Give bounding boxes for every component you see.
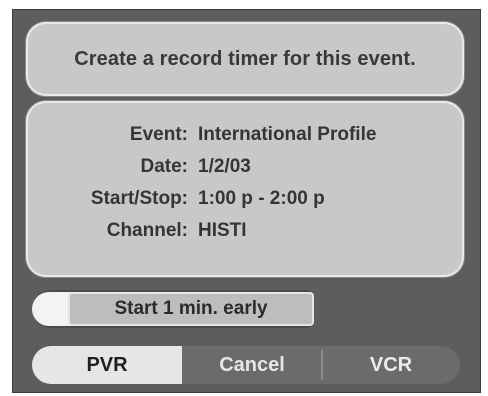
date-row: Date: 1/2/03 [26, 156, 464, 188]
channel-row: Channel: HISTI [26, 220, 464, 252]
button-divider [321, 350, 323, 380]
dialog-title: Create a record timer for this event. [74, 47, 416, 70]
event-row: Event: International Profile [26, 124, 464, 156]
cancel-button[interactable]: Cancel [182, 346, 322, 384]
header-panel: Create a record timer for this event. [26, 22, 464, 96]
record-timer-dialog: Create a record timer for this event. Ev… [12, 9, 481, 393]
event-details-panel: Event: International Profile Date: 1/2/0… [26, 101, 464, 277]
start-stop-label: Start/Stop: [90, 188, 188, 209]
channel-value: HISTI [198, 220, 247, 241]
action-button-row: PVR Cancel VCR [32, 346, 460, 384]
event-label: Event: [129, 124, 188, 145]
channel-label: Channel: [106, 220, 188, 241]
start-stop-row: Start/Stop: 1:00 p - 2:00 p [26, 188, 464, 220]
start-stop-value: 1:00 p - 2:00 p [198, 188, 325, 209]
date-value: 1/2/03 [198, 156, 251, 177]
pvr-button[interactable]: PVR [32, 346, 182, 384]
date-label: Date: [140, 156, 188, 177]
vcr-button[interactable]: VCR [322, 346, 460, 384]
start-early-toggle[interactable]: Start 1 min. early [68, 292, 314, 326]
event-value: International Profile [198, 124, 377, 145]
